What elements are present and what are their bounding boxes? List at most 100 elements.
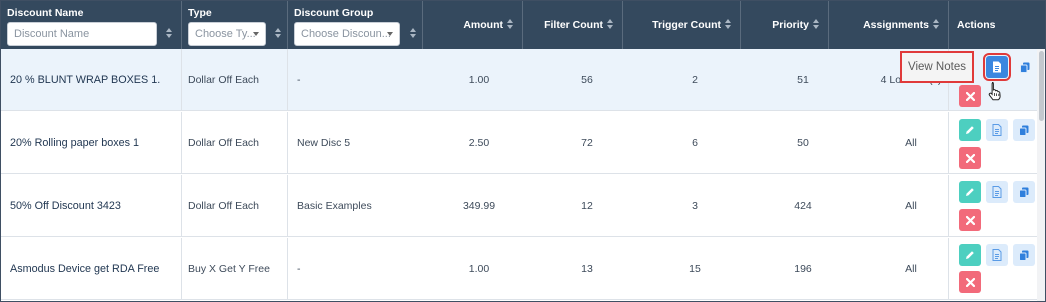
column-header-assignments[interactable]: Assignments <box>829 1 949 49</box>
discount-name[interactable]: 50% Off Discount 3423 <box>10 175 180 237</box>
discount-name[interactable]: Asmodus Device get RDA Free <box>10 238 180 300</box>
copy-button[interactable] <box>1013 181 1035 203</box>
type-filter-value: Choose Ty... <box>195 28 256 40</box>
amount: 1.00 <box>468 263 490 275</box>
column-divider <box>287 175 288 237</box>
column-divider <box>948 112 949 174</box>
discount-group: - <box>297 263 301 275</box>
discount-type: Dollar Off Each <box>188 74 260 86</box>
chevron-down-icon <box>253 32 259 36</box>
type-filter-select[interactable]: Choose Ty... <box>188 22 266 46</box>
sort-icon[interactable] <box>507 19 514 29</box>
view-notes-button[interactable] <box>986 119 1008 141</box>
trigger-count: 15 <box>689 263 701 275</box>
scrollbar-thumb[interactable] <box>1039 51 1044 121</box>
column-header-type: Type Choose Ty... <box>182 1 288 49</box>
discount-name[interactable]: 20% Rolling paper boxes 1 <box>10 112 180 174</box>
column-title-trigger-count: Trigger Count <box>652 19 721 31</box>
amount: 2.50 <box>468 137 490 149</box>
table-row[interactable]: Asmodus Device get RDA Free Buy X Get Y … <box>1 238 1045 300</box>
sort-icon[interactable] <box>933 19 940 29</box>
column-header-group: Discount Group Choose Discoun... <box>288 1 423 49</box>
close-icon <box>965 91 975 101</box>
delete-button[interactable] <box>959 209 981 231</box>
discount-type: Buy X Get Y Free <box>188 263 270 275</box>
sort-icon[interactable] <box>813 19 820 29</box>
column-divider <box>181 112 182 174</box>
chevron-down-icon <box>387 32 393 36</box>
copy-icon <box>1019 250 1029 261</box>
column-title-amount: Amount <box>463 19 503 31</box>
view-notes-button[interactable] <box>986 244 1008 266</box>
close-icon <box>965 277 975 287</box>
column-title-group: Discount Group <box>294 7 374 19</box>
hand-pointer-icon <box>988 82 1001 101</box>
document-icon <box>992 124 1002 136</box>
priority: 424 <box>794 200 812 212</box>
column-divider <box>287 112 288 174</box>
sort-icon[interactable] <box>725 19 732 29</box>
copy-icon <box>1020 62 1030 73</box>
priority: 51 <box>797 74 809 86</box>
sort-icon[interactable] <box>410 28 417 38</box>
filter-count: 13 <box>581 263 593 275</box>
copy-icon <box>1019 187 1029 198</box>
amount: 1.00 <box>468 74 490 86</box>
discount-group: New Disc 5 <box>297 137 351 149</box>
column-header-priority[interactable]: Priority <box>741 1 829 49</box>
column-divider <box>287 238 288 300</box>
assignments: All <box>905 263 917 275</box>
copy-button[interactable] <box>1013 244 1035 266</box>
group-filter-value: Choose Discoun... <box>301 28 391 40</box>
name-filter-input[interactable]: Discount Name <box>7 22 157 46</box>
column-title-filter-count: Filter Count <box>544 19 603 31</box>
pencil-icon <box>966 126 974 134</box>
close-icon <box>965 153 975 163</box>
view-notes-button[interactable] <box>983 53 1011 81</box>
filter-count: 56 <box>581 74 593 86</box>
sort-icon[interactable] <box>275 28 282 38</box>
assignments: All <box>905 200 917 212</box>
close-icon <box>965 215 975 225</box>
filter-count: 72 <box>581 137 593 149</box>
group-filter-select[interactable]: Choose Discoun... <box>294 22 400 46</box>
delete-button[interactable] <box>959 147 981 169</box>
column-header-amount[interactable]: Amount <box>423 1 523 49</box>
discount-group: - <box>297 74 301 86</box>
discount-type: Dollar Off Each <box>188 137 260 149</box>
document-icon <box>992 186 1002 198</box>
table-header: Discount Name Discount Name Type Choose … <box>1 1 1045 49</box>
sort-icon[interactable] <box>607 19 614 29</box>
discount-group: Basic Examples <box>297 200 372 212</box>
copy-icon <box>1019 125 1029 136</box>
delete-button[interactable] <box>959 271 981 293</box>
table-row[interactable]: 20% Rolling paper boxes 1 Dollar Off Eac… <box>1 112 1045 174</box>
table-row[interactable]: 50% Off Discount 3423 Dollar Off Each Ba… <box>1 175 1045 237</box>
delete-button[interactable] <box>959 85 981 107</box>
document-icon <box>993 61 1001 73</box>
edit-button[interactable] <box>959 181 981 203</box>
column-header-filter-count[interactable]: Filter Count <box>523 1 623 49</box>
document-icon <box>992 249 1002 261</box>
trigger-count: 6 <box>692 137 698 149</box>
discount-type: Dollar Off Each <box>188 200 260 212</box>
edit-button[interactable] <box>959 119 981 141</box>
discounts-table: Discount Name Discount Name Type Choose … <box>0 0 1046 302</box>
pencil-icon <box>966 188 974 196</box>
trigger-count: 2 <box>692 74 698 86</box>
column-title-assignments: Assignments <box>863 19 929 31</box>
edit-button[interactable] <box>959 244 981 266</box>
view-notes-button[interactable] <box>986 181 1008 203</box>
copy-button[interactable] <box>1013 119 1035 141</box>
discount-name[interactable]: 20 % BLUNT WRAP BOXES 1. <box>10 49 180 111</box>
copy-button[interactable] <box>1014 56 1036 78</box>
table-row[interactable]: 20 % BLUNT WRAP BOXES 1. Dollar Off Each… <box>1 49 1045 111</box>
sort-icon[interactable] <box>166 28 173 38</box>
priority: 50 <box>797 137 809 149</box>
column-divider <box>948 238 949 300</box>
column-header-trigger-count[interactable]: Trigger Count <box>623 1 741 49</box>
view-notes-tooltip: View Notes <box>900 51 974 83</box>
column-divider <box>287 49 288 111</box>
priority: 196 <box>794 263 812 275</box>
column-divider <box>181 238 182 300</box>
